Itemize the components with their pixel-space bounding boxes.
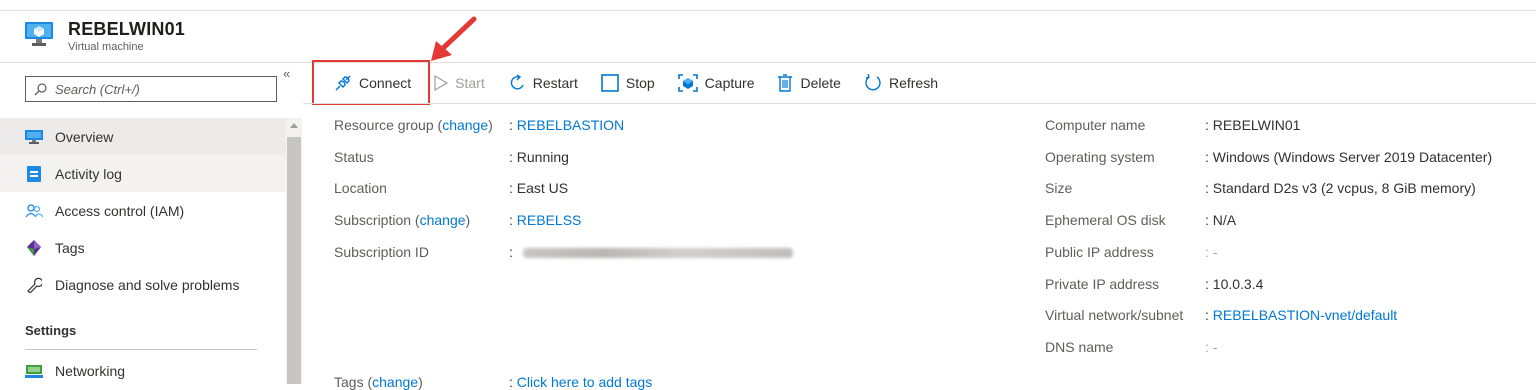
stop-icon bbox=[601, 74, 619, 92]
ephemeral-os-disk-label: Ephemeral OS disk bbox=[1045, 212, 1166, 228]
dns-name-label: DNS name bbox=[1045, 339, 1114, 355]
subscription-label: Subscription (change) bbox=[334, 212, 471, 228]
resource-group-change-link[interactable]: change bbox=[442, 117, 488, 133]
refresh-label: Refresh bbox=[888, 75, 938, 91]
play-icon bbox=[434, 75, 449, 91]
subscription-id-label: Subscription ID bbox=[334, 244, 429, 260]
search-input[interactable] bbox=[55, 81, 265, 97]
trash-icon bbox=[777, 74, 793, 92]
sidebar-item-diagnose[interactable]: Diagnose and solve problems bbox=[0, 266, 286, 303]
tags-value: : Click here to add tags bbox=[509, 374, 653, 390]
size-value: : Standard D2s v3 (2 vcpus, 8 GiB memory… bbox=[1205, 180, 1476, 196]
size-label: Size bbox=[1045, 180, 1073, 196]
computer-name-value: : REBELWIN01 bbox=[1205, 117, 1301, 133]
refresh-button[interactable]: Refresh bbox=[864, 74, 938, 92]
restart-label: Restart bbox=[532, 75, 578, 91]
sidebar-item-networking[interactable]: Networking bbox=[0, 352, 286, 389]
restart-button[interactable]: Restart bbox=[508, 74, 578, 92]
tags-change-link[interactable]: change bbox=[372, 374, 418, 390]
vnet-label: Virtual network/subnet bbox=[1045, 307, 1184, 323]
refresh-icon bbox=[864, 74, 882, 92]
resource-header: REBELWIN01 Virtual machine bbox=[24, 18, 185, 54]
sidebar-item-access-control[interactable]: Access control (IAM) bbox=[0, 192, 286, 229]
delete-label: Delete bbox=[800, 75, 841, 91]
collapse-sidebar-button[interactable]: « bbox=[283, 66, 290, 81]
resource-group-value: : REBELBASTION bbox=[509, 117, 625, 133]
annotation-arrow-icon bbox=[431, 16, 477, 61]
vnet-value: : REBELBASTION-vnet/default bbox=[1205, 307, 1398, 323]
subscription-change-link[interactable]: change bbox=[420, 212, 466, 228]
stop-label: Stop bbox=[625, 75, 655, 91]
sidebar-item-label: Networking bbox=[55, 362, 126, 379]
tag-icon bbox=[25, 239, 43, 257]
capture-icon bbox=[677, 74, 698, 92]
tags-label: Tags (change) bbox=[334, 374, 423, 390]
sidebar-item-label: Tags bbox=[55, 239, 85, 256]
os-label: Operating system bbox=[1045, 149, 1155, 165]
page-title: REBELWIN01 bbox=[68, 19, 186, 39]
computer-name-label: Computer name bbox=[1045, 117, 1146, 133]
sidebar-item-tags[interactable]: Tags bbox=[0, 229, 286, 266]
search-icon bbox=[34, 82, 47, 95]
location-label: Location bbox=[334, 180, 387, 196]
location-value: : East US bbox=[509, 180, 569, 196]
sidebar-item-overview[interactable]: Overview bbox=[0, 118, 286, 155]
ephemeral-os-disk-value: : N/A bbox=[1205, 212, 1237, 228]
resource-group-link[interactable]: REBELBASTION bbox=[517, 117, 624, 133]
sidebar-search[interactable] bbox=[25, 76, 277, 102]
restart-icon bbox=[508, 74, 526, 92]
stop-button[interactable]: Stop bbox=[601, 74, 655, 92]
activity-log-icon bbox=[25, 165, 43, 183]
add-tags-link[interactable]: Click here to add tags bbox=[517, 374, 652, 390]
vnet-link[interactable]: REBELBASTION-vnet/default bbox=[1213, 307, 1397, 323]
private-ip-value: : 10.0.3.4 bbox=[1205, 276, 1264, 292]
capture-button[interactable]: Capture bbox=[677, 74, 755, 92]
sidebar-item-label: Overview bbox=[55, 128, 114, 145]
start-button[interactable]: Start bbox=[434, 75, 485, 91]
start-label: Start bbox=[455, 75, 485, 91]
subscription-link[interactable]: REBELSS bbox=[517, 212, 582, 228]
sidebar-item-label: Access control (IAM) bbox=[55, 202, 185, 219]
delete-button[interactable]: Delete bbox=[777, 74, 841, 92]
subscription-id-value: : bbox=[509, 244, 793, 260]
subscription-value: : REBELSS bbox=[509, 212, 582, 228]
toolbar-divider bbox=[303, 103, 1536, 104]
scroll-up-arrow-icon[interactable] bbox=[290, 123, 298, 128]
connect-highlight-box bbox=[312, 60, 430, 105]
people-icon bbox=[25, 202, 43, 220]
header-divider bbox=[0, 62, 1536, 63]
public-ip-value: : - bbox=[1205, 244, 1218, 260]
capture-label: Capture bbox=[704, 75, 755, 91]
status-label: Status bbox=[334, 149, 374, 165]
sidebar-item-label: Diagnose and solve problems bbox=[55, 276, 240, 293]
sidebar-item-label: Activity log bbox=[55, 165, 122, 182]
wrench-icon bbox=[25, 276, 43, 294]
os-value: : Windows (Windows Server 2019 Datacente… bbox=[1205, 149, 1493, 165]
top-divider bbox=[0, 10, 1536, 11]
page-subtitle: Virtual machine bbox=[68, 41, 144, 53]
networking-icon bbox=[25, 362, 43, 380]
sidebar-scroll-thumb[interactable] bbox=[287, 137, 301, 384]
private-ip-label: Private IP address bbox=[1045, 276, 1160, 292]
dns-name-value: : - bbox=[1205, 339, 1218, 355]
settings-section-heading: Settings bbox=[25, 323, 77, 338]
monitor-icon bbox=[25, 128, 43, 146]
resource-group-label: Resource group (change) bbox=[334, 117, 493, 133]
virtual-machine-icon bbox=[25, 22, 53, 46]
sidebar-item-activity-log[interactable]: Activity log bbox=[0, 155, 286, 192]
public-ip-label: Public IP address bbox=[1045, 244, 1154, 260]
status-value: : Running bbox=[509, 149, 569, 165]
settings-divider bbox=[25, 349, 257, 350]
redacted-subscription-id bbox=[522, 248, 793, 259]
